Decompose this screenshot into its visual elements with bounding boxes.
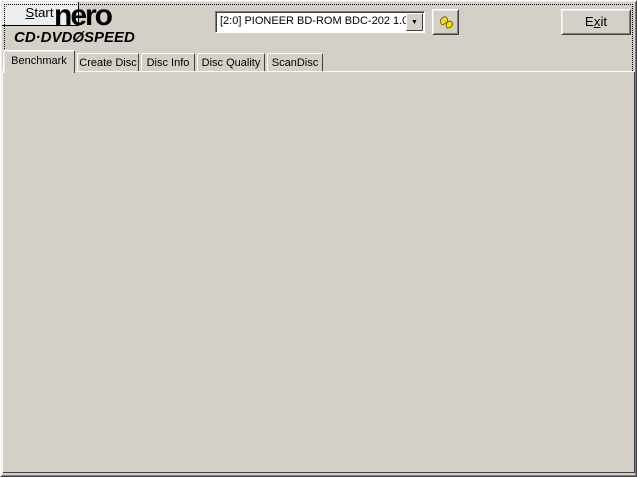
start-button[interactable]: Start xyxy=(0,0,79,26)
tab-create-disc[interactable]: Create Disc xyxy=(77,53,139,72)
app-window: nero CD·DVDØSPEED [2:0] PIONEER BD-ROM B… xyxy=(0,0,637,477)
tab-disc-info[interactable]: Disc Info xyxy=(141,53,195,72)
start-button-label: Start xyxy=(25,5,53,20)
exit-button[interactable]: Exit xyxy=(561,9,631,35)
tab-benchmark[interactable]: Benchmark xyxy=(3,50,75,73)
exit-button-label: Exit xyxy=(585,14,607,29)
tab-disc-quality[interactable]: Disc Quality xyxy=(197,53,265,72)
benchmark-tab-page xyxy=(2,71,635,473)
tab-scandisc[interactable]: ScanDisc xyxy=(267,53,323,72)
